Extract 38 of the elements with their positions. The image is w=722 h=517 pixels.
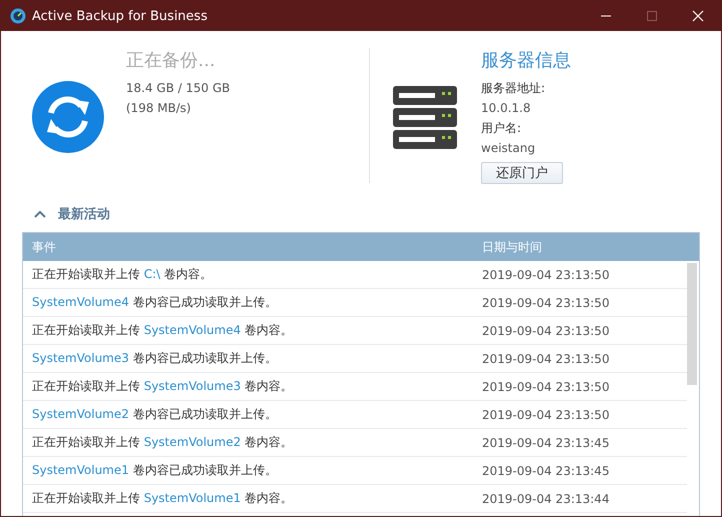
event-cell-text: 正在开始读取并上传 SystemVolume4 卷内容。 [31,322,294,339]
event-cell-text: 正在开始读取并上传 SystemVolume3 卷内容。 [31,378,294,395]
backup-status-title: 正在备份... [126,49,216,72]
time-cell-text: 2019-09-04 23:13:50 [481,296,610,310]
maximize-icon [646,10,658,22]
time-cell-text: 2019-09-04 23:13:50 [481,380,610,394]
server-icon [393,86,457,149]
username: weistang [481,140,536,156]
event-cell-text: SystemVolume2 卷内容已成功读取并上传。 [31,406,278,423]
sync-icon [31,80,105,154]
username-label: 用户名: [481,120,522,136]
event-cell-text: 正在开始读取并上传 SystemVolume1 卷内容。 [31,490,294,507]
app-logo-icon [10,8,26,24]
restore-portal-button[interactable]: 还原门户 [481,162,563,184]
time-cell-text: 2019-09-04 23:13:50 [481,408,610,422]
server-info-title: 服务器信息 [481,49,571,72]
backup-progress-text: 18.4 GB / 150 GB [126,80,230,96]
collapse-caret-icon[interactable] [34,210,46,218]
server-address: 10.0.1.8 [481,100,532,116]
scrollbar-thumb[interactable] [687,263,697,385]
time-cell-text: 2019-09-04 23:13:50 [481,352,610,366]
column-header: 事件 [31,238,57,256]
recent-activity-title: 最新活动 [58,206,110,223]
window-title: Active Backup for Business [32,8,208,24]
event-cell-text: 正在开始读取并上传 SystemVolume2 卷内容。 [31,434,294,451]
close-icon[interactable] [692,10,704,22]
time-cell-text: 2019-09-04 23:13:45 [481,464,610,478]
time-cell-text: 2019-09-04 23:13:45 [481,436,610,450]
time-cell-text: 2019-09-04 23:13:44 [481,492,610,506]
server-address-label: 服务器地址: [481,80,546,96]
column-header: 日期与时间 [481,238,542,256]
time-cell-text: 2019-09-04 23:13:50 [481,268,610,282]
backup-speed-text: (198 MB/s) [126,100,192,116]
event-cell-text: SystemVolume1 卷内容已成功读取并上传。 [31,462,278,479]
time-cell-text: 2019-09-04 23:13:50 [481,324,610,338]
event-cell-text: SystemVolume3 卷内容已成功读取并上传。 [31,350,278,367]
event-cell-text: 正在开始读取并上传 C:\ 卷内容。 [31,266,214,283]
event-cell-text: SystemVolume4 卷内容已成功读取并上传。 [31,294,278,311]
